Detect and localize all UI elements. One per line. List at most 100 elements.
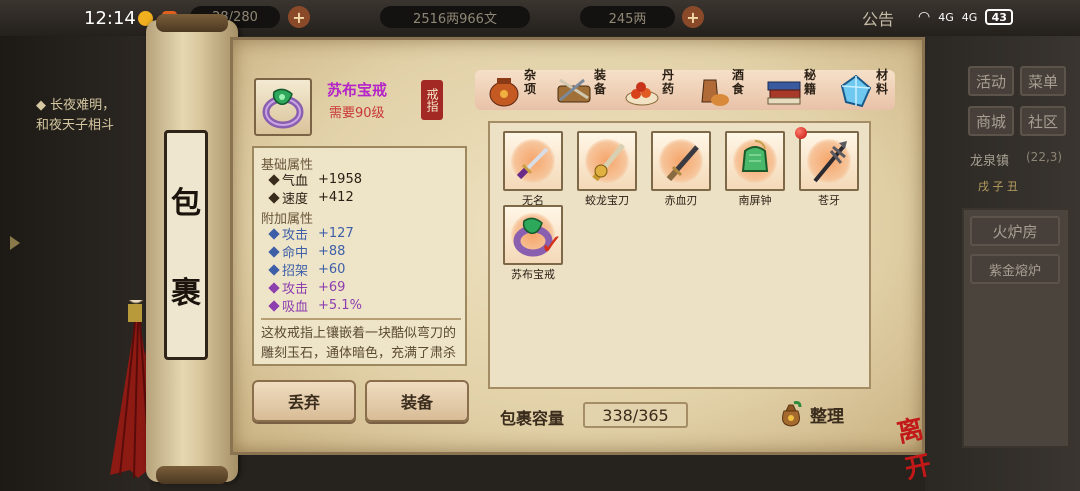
extra-attr-row: 命中 +88 — [268, 242, 346, 261]
attr-value: +88 — [318, 244, 346, 259]
base-attr-row: 气血 +1958 — [268, 170, 362, 189]
attr-label: 招架 — [282, 264, 309, 279]
category-tab-3[interactable]: 酒食 — [692, 66, 752, 112]
diamond-icon — [268, 281, 280, 294]
time-marker: 戌 子 丑 — [978, 180, 1018, 193]
category-tab-5[interactable]: 材料 — [836, 66, 896, 112]
category-tab-label: 秘籍 — [804, 68, 817, 96]
inventory-slot-label: 苍牙 — [818, 194, 840, 207]
attr-label: 速度 — [282, 192, 309, 207]
item-type-badge: 戒指 — [421, 80, 443, 120]
inventory-slot[interactable] — [799, 131, 859, 191]
system-icons: ◠ 4G 4G 43 — [918, 9, 1014, 25]
diamond-icon — [268, 263, 280, 276]
discard-button[interactable]: 丢弃 — [252, 380, 356, 422]
attr-label: 攻击 — [282, 282, 309, 297]
blade-icon — [666, 145, 699, 181]
battery-icon: 43 — [985, 9, 1014, 25]
diamond-icon — [268, 299, 280, 312]
attr-label: 气血 — [282, 174, 309, 189]
attr-value: +5.1% — [318, 298, 362, 313]
inventory-slot-label: 苏布宝戒 — [511, 268, 555, 281]
item-requirement: 需要90级 — [329, 106, 385, 121]
location-coords: (22,3) — [1026, 150, 1063, 164]
scroll-cap-top — [156, 14, 228, 32]
menu-button[interactable]: 菜单 — [1020, 66, 1066, 96]
category-tab-label: 酒食 — [732, 68, 745, 96]
ring-icon — [262, 88, 304, 129]
item-type-label: 戒指 — [425, 88, 439, 112]
dagger-icon — [516, 147, 549, 180]
attr-value: +412 — [318, 190, 354, 205]
inventory-slot[interactable] — [503, 131, 563, 191]
equip-button[interactable]: 装备 — [365, 380, 469, 422]
extra-attr-row: 攻击 +69 — [268, 278, 346, 297]
furnace-label: 火炉房 — [992, 222, 1038, 241]
furnace-button[interactable]: 火炉房 — [970, 216, 1060, 246]
attr-label: 命中 — [282, 246, 309, 261]
bottom-bar — [150, 455, 925, 491]
inventory-slot-label: 蛟龙宝刀 — [585, 194, 629, 207]
inventory-slot-label: 南屏钟 — [738, 194, 772, 207]
category-tab-label: 丹药 — [662, 68, 675, 96]
inventory-slot-label: 赤血刃 — [664, 194, 698, 207]
add-stamina-button[interactable]: + — [288, 6, 310, 28]
dragon-sword-icon — [592, 143, 625, 182]
inventory-slot[interactable] — [577, 131, 637, 191]
attr-label: 攻击 — [282, 228, 309, 243]
item-name: 苏布宝戒 — [327, 81, 388, 99]
signal-4g-icon-2: 4G — [961, 10, 978, 24]
resource-money: 2516两966文 — [380, 6, 530, 28]
category-tab-4[interactable]: 秘籍 — [764, 66, 824, 112]
extra-attr-row: 攻击 +127 — [268, 224, 354, 243]
scroll-cap-bottom — [156, 466, 228, 484]
equipment-icon — [557, 78, 591, 103]
diamond-icon — [268, 173, 280, 186]
category-tab-1[interactable]: 装备 — [554, 66, 614, 112]
inventory-slot[interactable] — [651, 131, 711, 191]
scroll-title: 包 裹 — [164, 130, 208, 360]
attr-value: +60 — [318, 262, 346, 277]
wifi-icon: ◠ — [918, 9, 931, 25]
spear-icon — [813, 141, 847, 183]
inventory-slot[interactable] — [725, 131, 785, 191]
attr-value: +1958 — [318, 172, 362, 187]
expand-arrow-icon[interactable] — [10, 236, 20, 250]
diamond-icon — [268, 227, 280, 240]
pills-icon — [625, 82, 659, 106]
add-silver-button[interactable]: + — [682, 6, 704, 28]
item-description: 这枚戒指上镶嵌着一块酷似弯刀的雕刻玉石，通体暗色，充满了肃杀之意，好似攻击时能 — [261, 318, 461, 364]
money-bag-icon — [782, 401, 802, 427]
new-item-dot-icon — [795, 127, 807, 139]
scroll-title-char-1: 包 — [171, 186, 201, 222]
status-time: 12:14 — [84, 8, 136, 29]
category-tab-2[interactable]: 丹药 — [622, 66, 682, 112]
notice-line-1: ◆ 长夜难明， — [36, 98, 116, 113]
category-tab-0[interactable]: 杂项 — [484, 66, 544, 112]
extra-attr-row: 吸血 +5.1% — [268, 296, 362, 315]
sort-label: 整理 — [810, 406, 844, 427]
sort-button[interactable]: 整理 — [776, 398, 856, 430]
attribute-panel: 基础属性 气血 +1958 速度 +412 附加属性 攻击 +127 命中 +88 招架 +60… — [252, 146, 467, 366]
gold-furnace-label: 紫金熔炉 — [988, 263, 1041, 279]
selected-check-icon: ✓ — [540, 228, 564, 261]
extra-attr-row: 招架 +60 — [268, 260, 346, 279]
resource-silver: 245两 — [580, 6, 675, 28]
shop-button[interactable]: 商城 — [968, 106, 1014, 136]
category-tab-label: 装备 — [594, 68, 607, 96]
attr-value: +127 — [318, 226, 354, 241]
announcement-button[interactable]: 公告 — [862, 6, 894, 30]
attr-label: 吸血 — [282, 300, 309, 315]
capacity-label: 包裹容量 — [500, 409, 565, 428]
community-button[interactable]: 社区 — [1020, 106, 1066, 136]
selected-item-thumbnail — [254, 78, 312, 136]
attr-value: +69 — [318, 280, 346, 295]
wine-food-icon — [701, 79, 729, 106]
signal-4g-icon: 4G — [938, 10, 954, 24]
leave-button[interactable]: 离开 — [893, 403, 952, 485]
activity-button[interactable]: 活动 — [968, 66, 1014, 96]
notice-line-2: 和夜天子相斗 — [36, 118, 115, 133]
base-attr-row: 速度 +412 — [268, 188, 354, 207]
gold-furnace-button[interactable]: 紫金熔炉 — [970, 254, 1060, 284]
capacity-value: 338/365 — [583, 402, 688, 428]
